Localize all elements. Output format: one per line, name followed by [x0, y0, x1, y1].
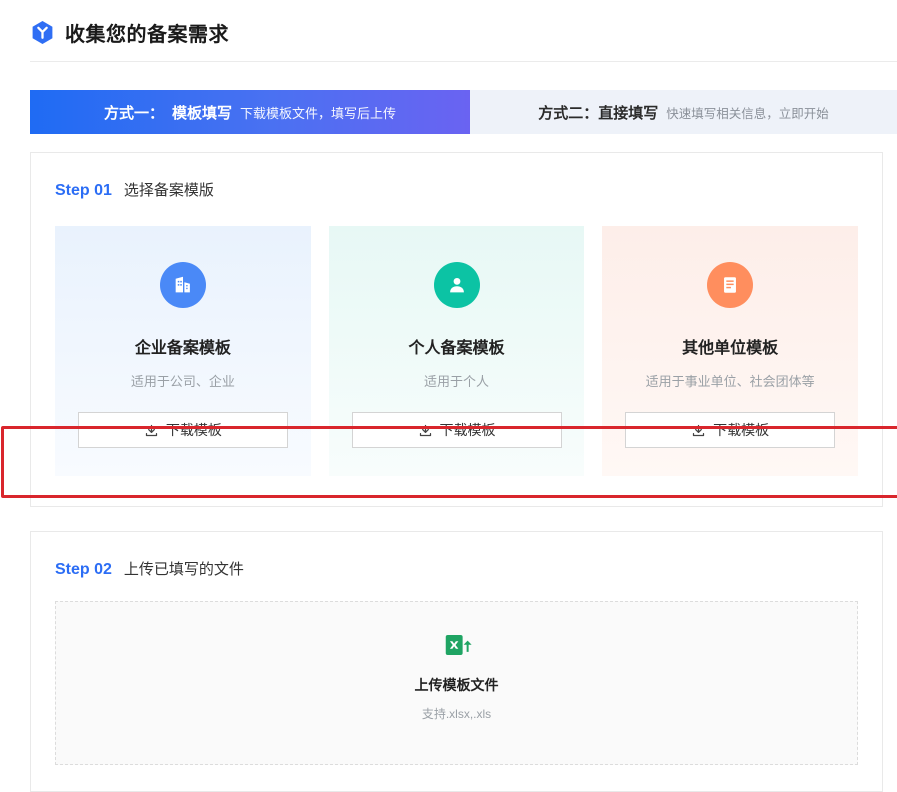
app-logo-icon	[30, 20, 55, 45]
upload-hint: 支持.xlsx,.xls	[421, 707, 492, 721]
tab-method-direct[interactable]: 方式二： 直接填写 快速填写相关信息，立即开始	[470, 90, 897, 134]
card-enterprise-template: 企业备案模板 适用于公司、企业 下载模板	[55, 226, 311, 476]
template-cards: 企业备案模板 适用于公司、企业 下载模板 个人备案模板 适用于个人 下载模板 其…	[1, 216, 897, 506]
download-personal-template-button[interactable]: 下载模板	[351, 412, 562, 448]
excel-upload-icon	[56, 630, 857, 665]
download-button-label: 下载模板	[165, 422, 222, 438]
person-icon	[433, 262, 480, 308]
upload-dropzone[interactable]: 上传模板文件 支持.xlsx,.xls	[55, 601, 858, 765]
tab1-label: 方式一：	[103, 104, 164, 122]
download-icon	[418, 423, 433, 438]
step2-title: 上传已填写的文件	[123, 561, 244, 578]
card-desc: 适用于公司、企业	[130, 374, 235, 389]
method-tabs: 方式一： 模板填写 下载模板文件，填写后上传 方式二： 直接填写 快速填写相关信…	[30, 90, 897, 134]
download-button-label: 下载模板	[439, 422, 496, 438]
card-personal-template: 个人备案模板 适用于个人 下载模板	[328, 226, 585, 476]
card-title: 个人备案模板	[408, 340, 505, 357]
card-desc: 适用于事业单位、社会团体等	[645, 374, 815, 389]
step2-label: Step 02	[55, 561, 112, 578]
page-header: 收集您的备案需求	[0, 0, 897, 61]
page-title: 收集您的备案需求	[65, 24, 229, 46]
download-enterprise-template-button[interactable]: 下载模板	[77, 412, 288, 448]
tab2-desc: 快速填写相关信息，立即开始	[666, 106, 829, 121]
card-desc: 适用于个人	[424, 374, 490, 389]
building-icon	[159, 262, 206, 308]
card-title: 其他单位模板	[682, 340, 779, 357]
download-other-template-button[interactable]: 下载模板	[625, 412, 836, 448]
upload-title: 上传模板文件	[414, 677, 499, 693]
tab1-name: 模板填写	[171, 104, 232, 122]
tab2-label: 方式二：	[538, 104, 599, 122]
card-other-org-template: 其他单位模板 适用于事业单位、社会团体等 下载模板	[602, 226, 859, 476]
tab-method-template[interactable]: 方式一： 模板填写 下载模板文件，填写后上传	[30, 90, 470, 134]
download-icon	[144, 423, 159, 438]
tab2-name: 直接填写	[598, 104, 659, 122]
header-divider	[30, 61, 897, 62]
step1-label: Step 01	[55, 182, 112, 199]
card-title: 企业备案模板	[134, 340, 231, 357]
download-icon	[691, 423, 706, 438]
document-icon	[707, 262, 754, 308]
step2-header: Step 02 上传已填写的文件	[31, 532, 882, 595]
step1-header: Step 01 选择备案模版	[31, 153, 882, 216]
step1-title: 选择备案模版	[123, 182, 214, 199]
step2-panel: Step 02 上传已填写的文件 上传模板文件 支持.xlsx,.xls	[30, 531, 883, 792]
tab1-desc: 下载模板文件，填写后上传	[240, 105, 397, 121]
download-button-label: 下载模板	[713, 422, 770, 438]
step1-panel: Step 01 选择备案模版 企业备案模板 适用于公司、企业 下载模板 个人备案…	[1, 152, 897, 507]
